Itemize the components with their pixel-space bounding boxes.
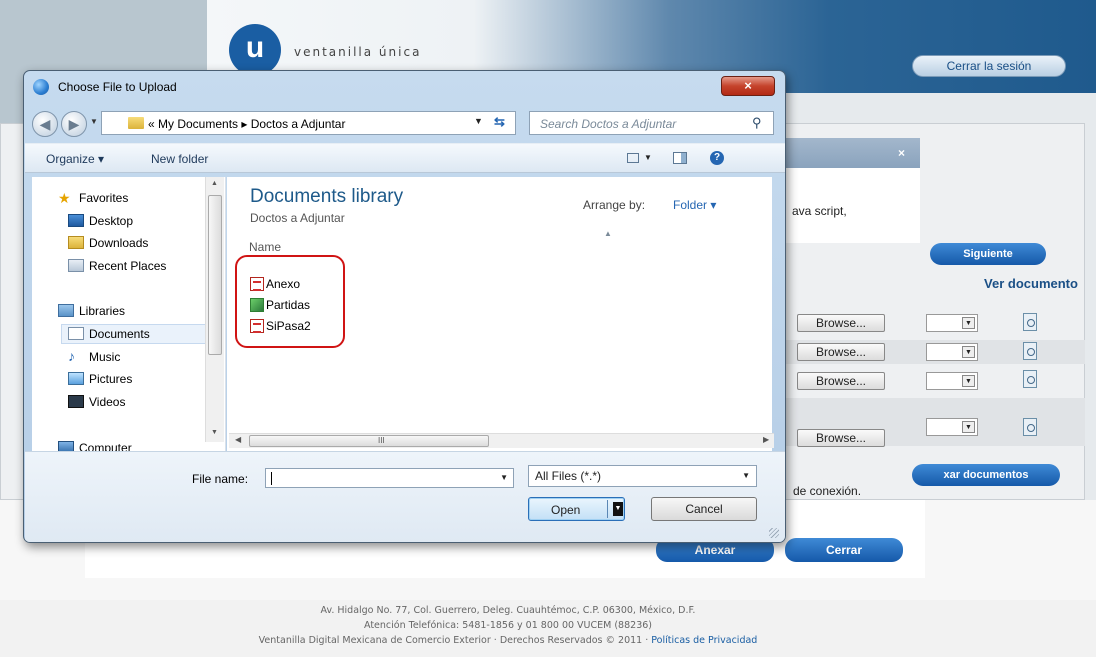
nav-pane-scrollbar[interactable]: ▲ ▼ <box>205 177 224 442</box>
back-button[interactable]: ◀ <box>32 111 58 137</box>
recent-locations-dropdown[interactable]: ▼ <box>90 117 98 126</box>
view-document-header: Ver documento <box>984 276 1078 291</box>
file-name-label: File name: <box>192 472 249 486</box>
text-caret <box>271 472 272 485</box>
document-type-select[interactable]: ▼ <box>926 372 978 390</box>
browse-button[interactable]: Browse... <box>797 314 885 332</box>
view-document-icon[interactable] <box>1023 342 1037 360</box>
document-type-select[interactable]: ▼ <box>926 418 978 436</box>
library-title: Documents library <box>250 186 404 207</box>
command-bar: Organize ▾ New folder ▼ ? <box>25 143 785 173</box>
dialog-title: Choose File to Upload <box>58 80 177 94</box>
help-icon[interactable]: ? <box>710 151 724 165</box>
scroll-up-icon[interactable]: ▲ <box>211 180 218 187</box>
files-highlight-annotation <box>235 255 345 348</box>
music-icon: ♪ <box>68 348 75 364</box>
preview-pane-icon[interactable] <box>673 152 687 164</box>
library-subtitle: Doctos a Adjuntar <box>250 211 345 225</box>
scrollbar-thumb[interactable] <box>208 195 222 355</box>
scroll-right-icon[interactable]: ▶ <box>763 435 769 444</box>
libraries-icon <box>58 304 74 317</box>
site-footer: Av. Hidalgo No. 77, Col. Guerrero, Deleg… <box>0 603 1016 648</box>
star-icon: ★ <box>58 190 71 206</box>
downloads-icon <box>68 236 84 249</box>
view-document-icon[interactable] <box>1023 370 1037 388</box>
view-document-icon[interactable] <box>1023 313 1037 331</box>
dialog-close-button[interactable]: × <box>721 76 775 96</box>
modal-close-icon[interactable]: × <box>898 146 905 160</box>
attach-documents-button[interactable]: xar documentos <box>912 464 1060 486</box>
address-path: « My Documents ▸ Doctos a Adjuntar <box>148 117 346 131</box>
file-upload-dialog: Choose File to Upload × ◀ ▶ ▼ « My Docum… <box>23 70 786 543</box>
footer-copyright: Ventanilla Digital Mexicana de Comercio … <box>258 635 758 646</box>
sort-up-icon: ▲ <box>604 229 612 238</box>
chevron-down-icon[interactable]: ▼ <box>500 473 508 482</box>
new-folder-button[interactable]: New folder <box>151 152 208 166</box>
next-button[interactable]: Siguiente <box>930 243 1046 265</box>
documents-icon <box>68 327 84 340</box>
file-list-horizontal-scrollbar[interactable]: ◀ III ▶ <box>229 433 774 448</box>
chevron-down-icon: ▼ <box>742 471 750 480</box>
chevron-down-icon[interactable]: ▼ <box>613 502 623 516</box>
connection-notice-text: de conexión. <box>793 484 862 498</box>
scrollbar-grip-icon: III <box>378 436 385 445</box>
footer-phone: Atención Telefónica: 5481-1856 y 01 800 … <box>364 620 652 631</box>
chevron-down-icon: ▼ <box>962 346 975 358</box>
dialog-footer: File name: ▼ All Files (*.*) ▼ Open ▼ Ca… <box>25 451 785 542</box>
split-divider <box>607 500 608 518</box>
chevron-down-icon: ▼ <box>962 421 975 433</box>
arrange-by-dropdown[interactable]: Folder ▾ <box>673 198 716 212</box>
view-document-icon[interactable] <box>1023 418 1037 436</box>
recent-places-icon <box>68 259 84 272</box>
document-type-select[interactable]: ▼ <box>926 314 978 332</box>
scrollbar-thumb[interactable]: III <box>249 435 489 447</box>
site-logo-text: ventanilla única <box>294 45 422 59</box>
logout-button[interactable]: Cerrar la sesión <box>912 55 1066 77</box>
file-name-input[interactable]: ▼ <box>265 468 514 488</box>
address-bar[interactable]: « My Documents ▸ Doctos a Adjuntar ▼ ⇆ <box>101 111 516 135</box>
chevron-down-icon: ▼ <box>962 375 975 387</box>
browse-button[interactable]: Browse... <box>797 372 885 390</box>
file-type-filter-select[interactable]: All Files (*.*) ▼ <box>528 465 757 487</box>
scroll-down-icon[interactable]: ▼ <box>211 429 218 436</box>
organize-menu[interactable]: Organize ▾ <box>46 152 104 166</box>
browse-button[interactable]: Browse... <box>797 429 885 447</box>
search-input[interactable]: Search Doctos a Adjuntar ⚲ <box>529 111 774 135</box>
browser-icon <box>33 79 49 95</box>
javascript-notice-text: ava script, <box>792 204 847 218</box>
privacy-policy-link[interactable]: Políticas de Privacidad <box>651 635 757 646</box>
videos-icon <box>68 395 84 408</box>
arrow-left-icon: ◀ <box>39 116 51 132</box>
browse-button[interactable]: Browse... <box>797 343 885 361</box>
arrow-right-icon: ▶ <box>68 116 80 132</box>
site-logo: u <box>229 24 281 76</box>
desktop-icon <box>68 214 84 227</box>
chevron-down-icon[interactable]: ▼ <box>474 116 483 126</box>
resize-grip-icon[interactable] <box>769 528 779 538</box>
close-button[interactable]: Cerrar <box>785 538 903 562</box>
document-type-select[interactable]: ▼ <box>926 343 978 361</box>
scroll-left-icon[interactable]: ◀ <box>235 435 241 444</box>
search-icon[interactable]: ⚲ <box>752 115 762 131</box>
refresh-icon[interactable]: ⇆ <box>494 114 505 130</box>
folder-icon <box>128 117 144 129</box>
forward-button[interactable]: ▶ <box>61 111 87 137</box>
search-placeholder: Search Doctos a Adjuntar <box>540 117 677 131</box>
cancel-button[interactable]: Cancel <box>651 497 757 521</box>
column-header-name[interactable]: Name <box>249 240 281 254</box>
pictures-icon <box>68 372 84 385</box>
view-options-icon[interactable] <box>627 153 639 163</box>
open-button[interactable]: Open ▼ <box>528 497 625 521</box>
footer-address: Av. Hidalgo No. 77, Col. Guerrero, Deleg… <box>320 605 696 616</box>
chevron-down-icon[interactable]: ▼ <box>644 153 652 162</box>
chevron-down-icon: ▼ <box>962 317 975 329</box>
arrange-by-label: Arrange by: <box>583 198 646 212</box>
